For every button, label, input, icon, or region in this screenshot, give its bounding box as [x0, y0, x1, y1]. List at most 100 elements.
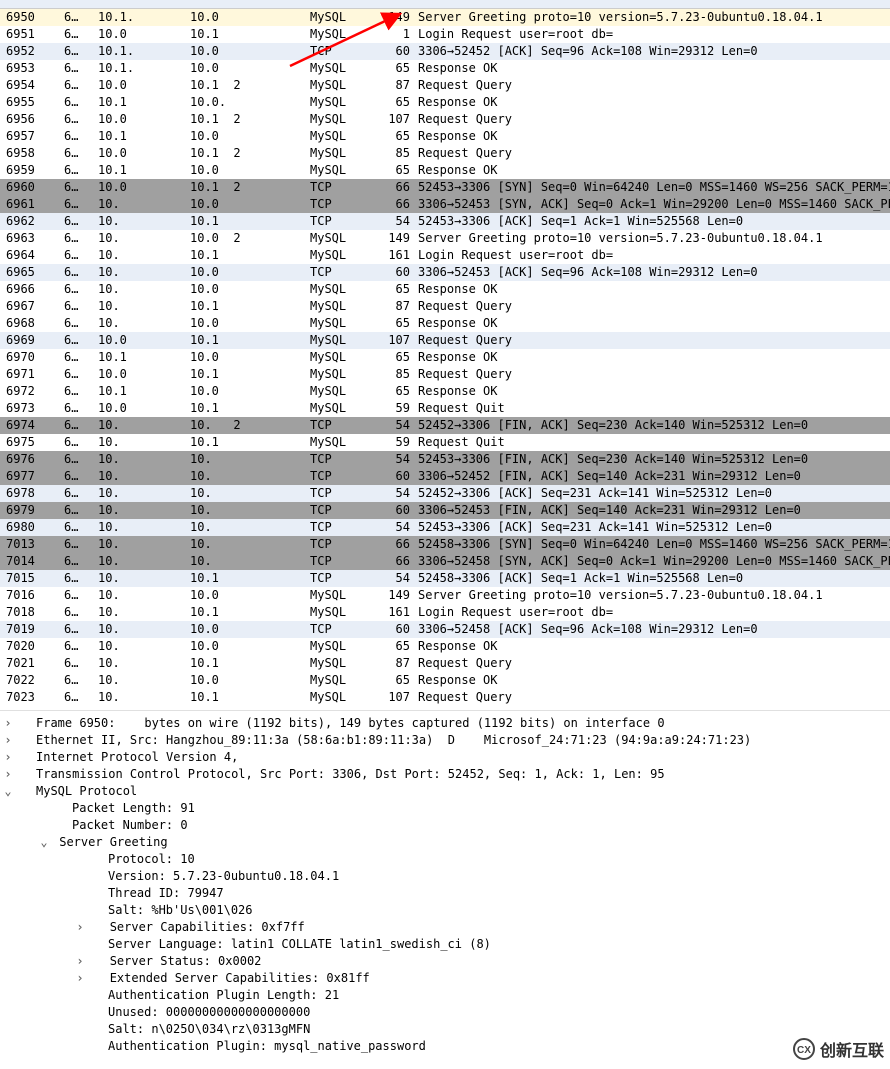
- packet-row[interactable]: 69746…10.10. 2TCP5452452→3306 [FIN, ACK]…: [0, 417, 890, 434]
- col-no: 7018: [0, 604, 64, 621]
- packet-row[interactable]: 69556…10.110.0.MySQL65Response OK: [0, 94, 890, 111]
- chevron-right-icon[interactable]: ›: [0, 766, 16, 783]
- packet-row[interactable]: 69716…10.010.1MySQL85Request Query: [0, 366, 890, 383]
- packet-row[interactable]: 70186…10.10.1MySQL161Login Request user=…: [0, 604, 890, 621]
- packet-row[interactable]: 69606…10.010.1 2TCP6652453→3306 [SYN] Se…: [0, 179, 890, 196]
- tree-packet-length[interactable]: Packet Length: 91: [0, 800, 890, 817]
- packet-row[interactable]: 70206…10.10.0MySQL65Response OK: [0, 638, 890, 655]
- col-protocol: MySQL: [310, 315, 372, 332]
- tree-tcp[interactable]: ›Transmission Control Protocol, Src Port…: [0, 766, 890, 783]
- packet-row[interactable]: 69666…10.10.0MySQL65Response OK: [0, 281, 890, 298]
- packet-row[interactable]: 69706…10.110.0MySQL65Response OK: [0, 349, 890, 366]
- packet-row[interactable]: 69726…10.110.0MySQL65Response OK: [0, 383, 890, 400]
- tree-ethernet[interactable]: ›Ethernet II, Src: Hangzhou_89:11:3a (58…: [0, 732, 890, 749]
- col-info: 3306→52458 [ACK] Seq=96 Ack=108 Win=2931…: [414, 621, 890, 638]
- tree-ext-capabilities[interactable]: › Extended Server Capabilities: 0x81ff: [0, 970, 890, 987]
- chevron-right-icon[interactable]: ›: [72, 970, 88, 987]
- packet-row[interactable]: 70236…10.10.1MySQL107Request Query: [0, 689, 890, 706]
- packet-row[interactable]: 69676…10.10.1MySQL87Request Query: [0, 298, 890, 315]
- col-no: 6966: [0, 281, 64, 298]
- tree-auth-plugin[interactable]: Authentication Plugin: mysql_native_pass…: [0, 1038, 890, 1055]
- tree-protocol[interactable]: Protocol: 10: [0, 851, 890, 868]
- tree-ip[interactable]: ›Internet Protocol Version 4,: [0, 749, 890, 766]
- chevron-down-icon[interactable]: ⌄: [0, 783, 16, 800]
- chevron-down-icon[interactable]: ⌄: [36, 834, 52, 851]
- tree-unused[interactable]: Unused: 00000000000000000000: [0, 1004, 890, 1021]
- col-time: 6…: [64, 689, 98, 706]
- chevron-right-icon[interactable]: ›: [0, 749, 16, 766]
- col-time: 6…: [64, 26, 98, 43]
- packet-row[interactable]: 69586…10.010.1 2MySQL85Request Query: [0, 145, 890, 162]
- col-dst: 10.1: [190, 332, 310, 349]
- packet-row[interactable]: 69516…10.010.1MySQL1Login Request user=r…: [0, 26, 890, 43]
- packet-row[interactable]: 70216…10.10.1MySQL87Request Query: [0, 655, 890, 672]
- col-time: 6…: [64, 179, 98, 196]
- packet-row[interactable]: 69736…10.010.1MySQL59Request Quit: [0, 400, 890, 417]
- tree-status[interactable]: › Server Status: 0x0002: [0, 953, 890, 970]
- packet-list[interactable]: 69506…10.1.10.0MySQL149Server Greeting p…: [0, 0, 890, 711]
- tree-packet-number[interactable]: Packet Number: 0: [0, 817, 890, 834]
- svg-text:CX: CX: [797, 1045, 811, 1056]
- packet-row[interactable]: 69576…10.110.0MySQL65Response OK: [0, 128, 890, 145]
- packet-row[interactable]: 69566…10.010.1 2MySQL107Request Query: [0, 111, 890, 128]
- packet-row[interactable]: 69526…10.1.10.0TCP603306→52452 [ACK] Seq…: [0, 43, 890, 60]
- col-length: 54: [372, 417, 414, 434]
- tree-auth-plugin-length[interactable]: Authentication Plugin Length: 21: [0, 987, 890, 1004]
- tree-salt[interactable]: Salt: %Hb'Us\001\026: [0, 902, 890, 919]
- packet-row[interactable]: 70226…10.10.0MySQL65Response OK: [0, 672, 890, 689]
- col-src: 10.: [98, 434, 190, 451]
- chevron-right-icon[interactable]: ›: [72, 919, 88, 936]
- tree-capabilities[interactable]: › Server Capabilities: 0xf7ff: [0, 919, 890, 936]
- col-length: 85: [372, 145, 414, 162]
- packet-row[interactable]: 69776…10.10.TCP603306→52452 [FIN, ACK] S…: [0, 468, 890, 485]
- col-no: 6956: [0, 111, 64, 128]
- packet-row[interactable]: 69646…10.10.1MySQL161Login Request user=…: [0, 247, 890, 264]
- col-dst: 10.0: [190, 383, 310, 400]
- packet-row[interactable]: 70136…10.10.TCP6652458→3306 [SYN] Seq=0 …: [0, 536, 890, 553]
- packet-row[interactable]: 69546…10.010.1 2MySQL87Request Query: [0, 77, 890, 94]
- col-no: 6958: [0, 145, 64, 162]
- packet-detail-tree[interactable]: ›Frame 6950: bytes on wire (1192 bits), …: [0, 711, 890, 1055]
- tree-thread-id[interactable]: Thread ID: 79947: [0, 885, 890, 902]
- packet-row[interactable]: 69536…10.1.10.0MySQL65Response OK: [0, 60, 890, 77]
- col-dst: 10.1: [190, 400, 310, 417]
- col-info: Response OK: [414, 281, 890, 298]
- packet-row[interactable]: 69616…10. 10.0TCP663306→52453 [SYN, ACK]…: [0, 196, 890, 213]
- packet-row[interactable]: 70156…10.10.1TCP5452458→3306 [ACK] Seq=1…: [0, 570, 890, 587]
- packet-row[interactable]: 69766…10.10.TCP5452453→3306 [FIN, ACK] S…: [0, 451, 890, 468]
- tree-mysql[interactable]: ⌄MySQL Protocol: [0, 783, 890, 800]
- col-time: 6…: [64, 553, 98, 570]
- packet-row[interactable]: 69636…10.10.0 2MySQL149Server Greeting p…: [0, 230, 890, 247]
- chevron-right-icon[interactable]: ›: [0, 715, 16, 732]
- col-protocol: TCP: [310, 468, 372, 485]
- packet-row[interactable]: 69796…10.10.TCP603306→52453 [FIN, ACK] S…: [0, 502, 890, 519]
- col-protocol: MySQL: [310, 587, 372, 604]
- col-dst: 10.1: [190, 689, 310, 706]
- packet-row[interactable]: 69506…10.1.10.0MySQL149Server Greeting p…: [0, 9, 890, 26]
- packet-row[interactable]: 69626…10.10.1TCP5452453→3306 [ACK] Seq=1…: [0, 213, 890, 230]
- packet-row[interactable]: 70146…10.10.TCP663306→52458 [SYN, ACK] S…: [0, 553, 890, 570]
- col-length: 107: [372, 111, 414, 128]
- tree-frame[interactable]: ›Frame 6950: bytes on wire (1192 bits), …: [0, 715, 890, 732]
- chevron-right-icon[interactable]: ›: [0, 732, 16, 749]
- tree-salt2[interactable]: Salt: n\025O\034\rz\0313gMFN: [0, 1021, 890, 1038]
- packet-row[interactable]: 69806…10.10.TCP5452453→3306 [ACK] Seq=23…: [0, 519, 890, 536]
- col-dst: 10.: [190, 485, 310, 502]
- packet-row[interactable]: 69756…10.10.1MySQL59Request Quit: [0, 434, 890, 451]
- col-time: 6…: [64, 604, 98, 621]
- packet-row[interactable]: 69596…10.110.0MySQL65Response OK: [0, 162, 890, 179]
- chevron-right-icon[interactable]: ›: [72, 953, 88, 970]
- tree-language[interactable]: Server Language: latin1 COLLATE latin1_s…: [0, 936, 890, 953]
- tree-version[interactable]: Version: 5.7.23-0ubuntu0.18.04.1: [0, 868, 890, 885]
- col-length: 65: [372, 162, 414, 179]
- col-protocol: MySQL: [310, 434, 372, 451]
- packet-row[interactable]: 69686…10.10.0MySQL65Response OK: [0, 315, 890, 332]
- col-length: 161: [372, 247, 414, 264]
- packet-row[interactable]: 69786…10.10.TCP5452452→3306 [ACK] Seq=23…: [0, 485, 890, 502]
- col-time: 6…: [64, 247, 98, 264]
- packet-row[interactable]: 69656…10.10.0TCP603306→52453 [ACK] Seq=9…: [0, 264, 890, 281]
- packet-row[interactable]: 70166…10.10.0MySQL149Server Greeting pro…: [0, 587, 890, 604]
- tree-server-greeting[interactable]: ⌄ Server Greeting: [0, 834, 890, 851]
- packet-row[interactable]: 69696…10.010.1MySQL107Request Query: [0, 332, 890, 349]
- packet-row[interactable]: 70196…10.10.0TCP603306→52458 [ACK] Seq=9…: [0, 621, 890, 638]
